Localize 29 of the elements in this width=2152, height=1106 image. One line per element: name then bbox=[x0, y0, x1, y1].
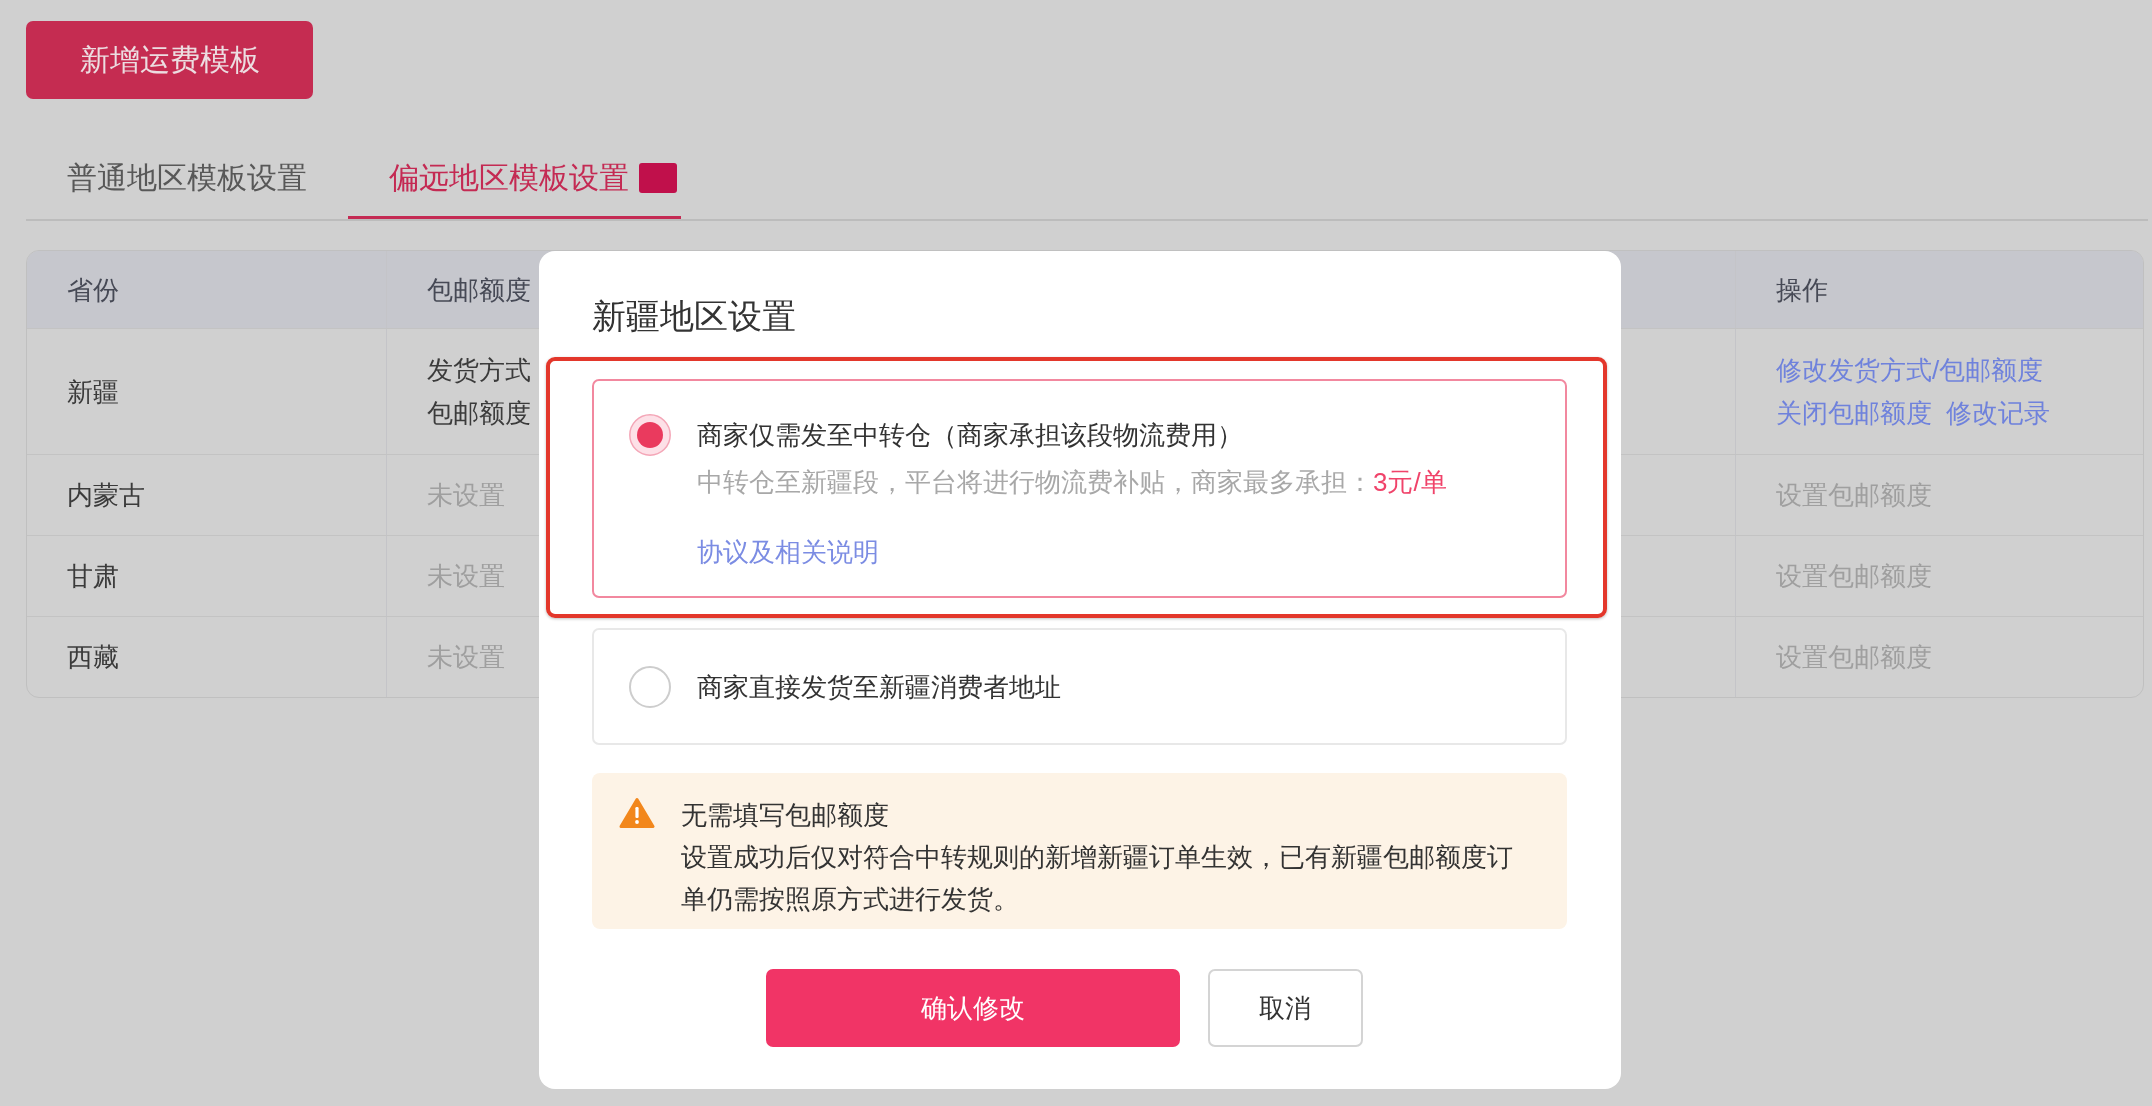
action-link[interactable]: 修改发货方式/包邮额度 bbox=[1776, 355, 2044, 385]
option-label: 商家仅需发至中转仓（商家承担该段物流费用） bbox=[697, 419, 1243, 452]
option-label: 商家直接发货至新疆消费者地址 bbox=[697, 670, 1061, 704]
cancel-button[interactable]: 取消 bbox=[1207, 969, 1363, 1047]
column-header: 省份 bbox=[67, 274, 119, 305]
column-header: 包邮额度 bbox=[427, 274, 531, 305]
radio-button[interactable] bbox=[629, 665, 671, 708]
province-text: 新疆 bbox=[67, 376, 119, 407]
action-link[interactable]: 修改记录 bbox=[1946, 398, 2050, 428]
quota-text: 包邮额度 bbox=[427, 398, 531, 428]
column-header: 操作 bbox=[1776, 274, 1828, 305]
tab[interactable]: 偏远地区模板设置 bbox=[348, 136, 681, 219]
notice-text: 设置成功后仅对符合中转规则的新增新疆订单生效，已有新疆包邮额度订单仍需按照原方式进行发货。 bbox=[681, 841, 1514, 916]
option-card[interactable]: 商家直接发货至新疆消费者地址 bbox=[592, 628, 1567, 745]
fee-amount: 3元/单 bbox=[1373, 466, 1447, 499]
dialog-title: 新疆地区设置 bbox=[592, 296, 796, 336]
province-text: 内蒙古 bbox=[67, 480, 145, 510]
province-text: 甘肃 bbox=[67, 561, 119, 591]
warning-icon bbox=[619, 797, 655, 829]
quota-text: 发货方式 bbox=[427, 355, 531, 385]
notice-title: 无需填写包邮额度 bbox=[681, 799, 889, 832]
option-description: 中转仓至新疆段，平台将进行物流费补贴，商家最多承担： bbox=[697, 466, 1373, 499]
radio-button[interactable] bbox=[629, 414, 671, 456]
action-link[interactable]: 关闭包邮额度 bbox=[1776, 398, 1932, 428]
add-template-button[interactable]: 新增运费模板 bbox=[26, 21, 313, 99]
confirm-button[interactable]: 确认修改 bbox=[765, 969, 1180, 1047]
province-text: 西藏 bbox=[67, 642, 119, 672]
tab[interactable]: 普通地区模板设置 bbox=[26, 136, 348, 219]
agreement-link[interactable]: 协议及相关说明 bbox=[697, 532, 879, 572]
